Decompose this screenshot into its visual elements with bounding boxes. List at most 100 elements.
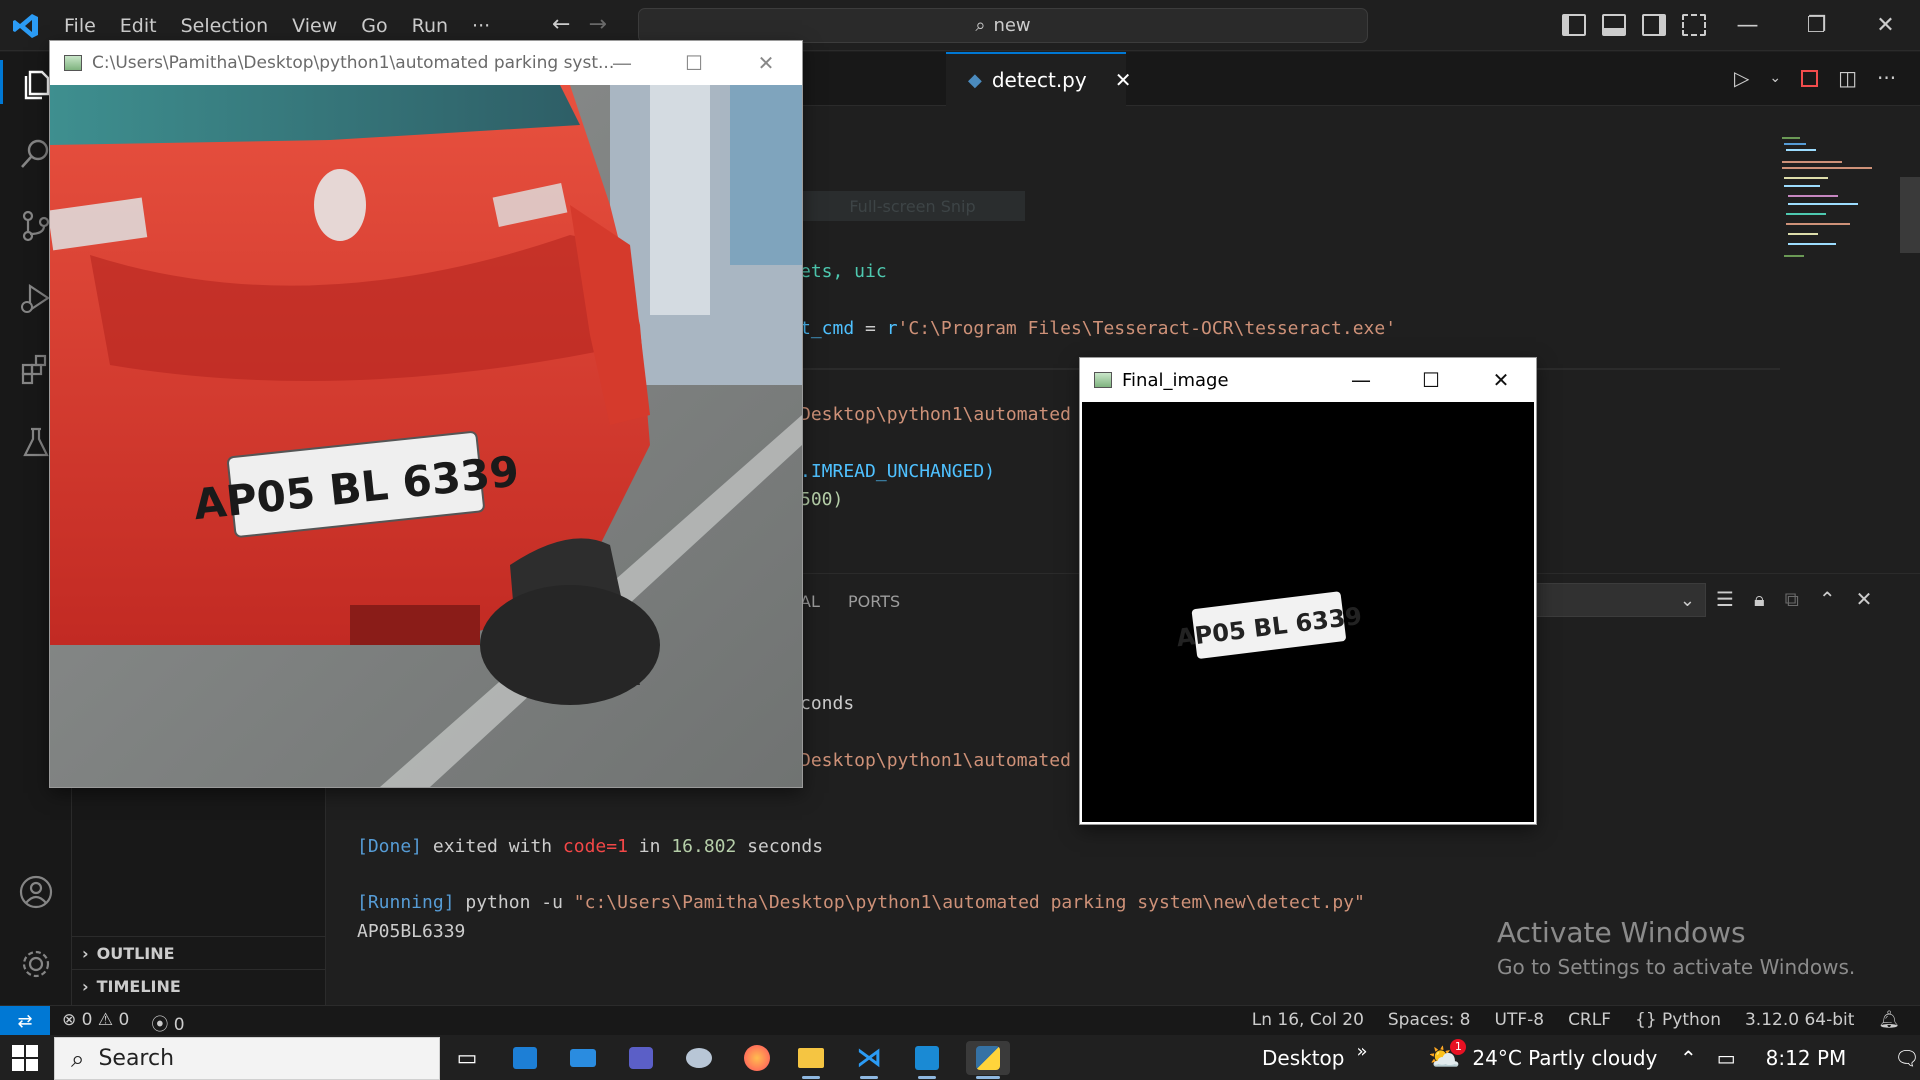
language-mode[interactable]: {} Python [1635, 1010, 1721, 1030]
clock[interactable]: 8:12 PM [1766, 1046, 1847, 1070]
menu-run[interactable]: Run [400, 15, 460, 37]
bell-icon[interactable]: 🔔︎ [1878, 1010, 1900, 1030]
close-tab-icon[interactable]: ✕ [1115, 68, 1132, 92]
firefox-icon[interactable] [740, 1041, 774, 1075]
car-window-title: C:\Users\Pamitha\Desktop\python1\automat… [92, 53, 615, 73]
cursor-position[interactable]: Ln 16, Col 20 [1252, 1010, 1364, 1030]
run-python-icon[interactable]: ▷ [1734, 66, 1749, 90]
toggle-panel-icon[interactable] [1602, 14, 1626, 36]
remote-icon: ⇄ [17, 1010, 33, 1032]
accounts-button[interactable] [14, 870, 58, 914]
start-button[interactable] [12, 1045, 38, 1071]
menu-selection[interactable]: Selection [169, 15, 281, 37]
done-tag: [Done] [357, 836, 423, 857]
code-eq: = [854, 318, 887, 339]
status-right: Ln 16, Col 20 Spaces: 8 UTF-8 CRLF {} Py… [1252, 1010, 1900, 1030]
manage-button[interactable] [14, 942, 58, 986]
close-icon[interactable]: ✕ [1851, 0, 1920, 51]
car-photo: AP05 BL 6339 [50, 85, 802, 787]
running-path: "c:\Users\Pamitha\Desktop\python1\automa… [573, 892, 1365, 913]
store-icon[interactable] [508, 1041, 542, 1075]
warning-icon: ⚠ [97, 1010, 114, 1030]
forward-arrow-icon[interactable]: → [588, 12, 624, 37]
vscode-logo-icon [13, 14, 38, 38]
final-image-window: Final_image — ☐ ✕ AP05 BL 6339 [1080, 358, 1536, 824]
code-line-imports: ets, uic [800, 261, 887, 282]
clear-output-icon[interactable]: ☰ [1716, 587, 1734, 611]
window-controls: — ❐ ✕ [1713, 0, 1920, 51]
teams-icon[interactable] [624, 1041, 658, 1075]
error-icon: ⊗ [62, 1010, 77, 1030]
back-arrow-icon[interactable]: ← [552, 12, 588, 37]
vscode-taskbar-icon[interactable]: ⋊ [852, 1041, 886, 1079]
output-channel-dropdown[interactable]: ⌄ [1530, 583, 1706, 617]
warning-count: 0 [118, 1010, 130, 1030]
tab-terminal[interactable]: AL [800, 592, 820, 611]
running-indicator [918, 1076, 936, 1079]
taskbar-search-placeholder: Search [98, 1046, 175, 1071]
encoding[interactable]: UTF-8 [1495, 1010, 1545, 1030]
battery-icon[interactable]: ▭ [1717, 1046, 1736, 1070]
problems-counts: ⊗ 0 ⚠ 0 [62, 1010, 129, 1035]
minimize-icon[interactable]: — [586, 41, 658, 85]
search-icon [21, 139, 49, 168]
braces-icon: {} [1635, 1010, 1657, 1030]
close-panel-icon[interactable]: ✕ [1856, 587, 1873, 611]
indentation[interactable]: Spaces: 8 [1388, 1010, 1471, 1030]
taskbar-search[interactable]: ⌕ Search [54, 1037, 440, 1080]
maximize-panel-icon[interactable]: ⌃ [1819, 587, 1836, 611]
editor-scrollbar[interactable] [1900, 177, 1920, 253]
close-icon[interactable]: ✕ [730, 41, 802, 85]
minimize-icon[interactable]: — [1326, 358, 1396, 402]
tab-detect-py[interactable]: ◆ detect.py ✕ [946, 52, 1131, 106]
menu-more[interactable]: ··· [460, 15, 502, 37]
split-editor-icon[interactable]: ◫ [1838, 66, 1857, 90]
restore-icon[interactable]: ❐ [1782, 0, 1851, 51]
chevron-down-icon[interactable]: ⌄ [1769, 70, 1781, 86]
timeline-section[interactable]: › TIMELINE [72, 969, 326, 1002]
code-var: t_cmd [800, 318, 855, 339]
output-line-partial-path: Desktop\python1\automated [800, 750, 1071, 771]
toggle-secondary-sidebar-icon[interactable] [1642, 14, 1666, 36]
cropped-plate-image: AP05 BL 6339 [1082, 402, 1534, 822]
menu-file[interactable]: File [52, 15, 108, 37]
code-line-imread: .IMREAD_UNCHANGED) [800, 461, 996, 482]
outline-section[interactable]: › OUTLINE [72, 936, 326, 969]
blue-app-icon[interactable] [910, 1041, 944, 1079]
flask-icon [23, 427, 49, 457]
mail-icon[interactable] [566, 1041, 600, 1075]
chevron-up-icon[interactable]: ⌃ [1680, 1046, 1697, 1070]
chevron-right-icon: › [82, 943, 89, 963]
stop-icon[interactable] [1801, 69, 1819, 87]
weather-widget[interactable]: ⛅ 1 24°C Partly cloudy [1428, 1035, 1657, 1080]
maximize-icon[interactable]: ☐ [1396, 358, 1466, 402]
lock-scroll-icon[interactable]: 🔒︎ [1754, 587, 1765, 611]
desktop-toolbar[interactable]: Desktop » [1262, 1035, 1368, 1080]
remote-indicator[interactable]: ⇄ [0, 1006, 50, 1036]
minimize-icon[interactable]: — [1713, 0, 1782, 51]
file-explorer-icon[interactable] [794, 1041, 828, 1079]
end-of-line[interactable]: CRLF [1568, 1010, 1611, 1030]
task-view-icon[interactable]: ▭ [450, 1041, 484, 1075]
source-control-icon [22, 210, 50, 242]
toggle-sidebar-icon[interactable] [1562, 14, 1586, 36]
menu-view[interactable]: View [280, 15, 349, 37]
status-problems[interactable]: ⊗ 0 ⚠ 0 ⦿ 0 [62, 1010, 185, 1035]
app-icon[interactable] [682, 1041, 716, 1075]
python-interpreter[interactable]: 3.12.0 64-bit [1745, 1010, 1854, 1030]
layout-controls [1562, 14, 1706, 36]
open-editor-icon[interactable]: ⧉ [1785, 587, 1799, 611]
more-actions-icon[interactable]: ··· [1877, 66, 1896, 90]
menu-edit[interactable]: Edit [108, 15, 169, 37]
done-seconds: 16.802 [671, 836, 737, 857]
python-taskbar-icon[interactable] [966, 1041, 1010, 1079]
notifications-icon[interactable]: 🗨︎ [1894, 1046, 1919, 1070]
command-center[interactable]: ⌕ new [638, 8, 1368, 43]
car-window-controls: — ☐ ✕ [586, 41, 802, 85]
tab-ports[interactable]: PORTS [848, 592, 900, 611]
menu-go[interactable]: Go [349, 15, 399, 37]
close-icon[interactable]: ✕ [1466, 358, 1536, 402]
minimap[interactable] [1782, 137, 1892, 277]
maximize-icon[interactable]: ☐ [658, 41, 730, 85]
customize-layout-icon[interactable] [1682, 14, 1706, 36]
